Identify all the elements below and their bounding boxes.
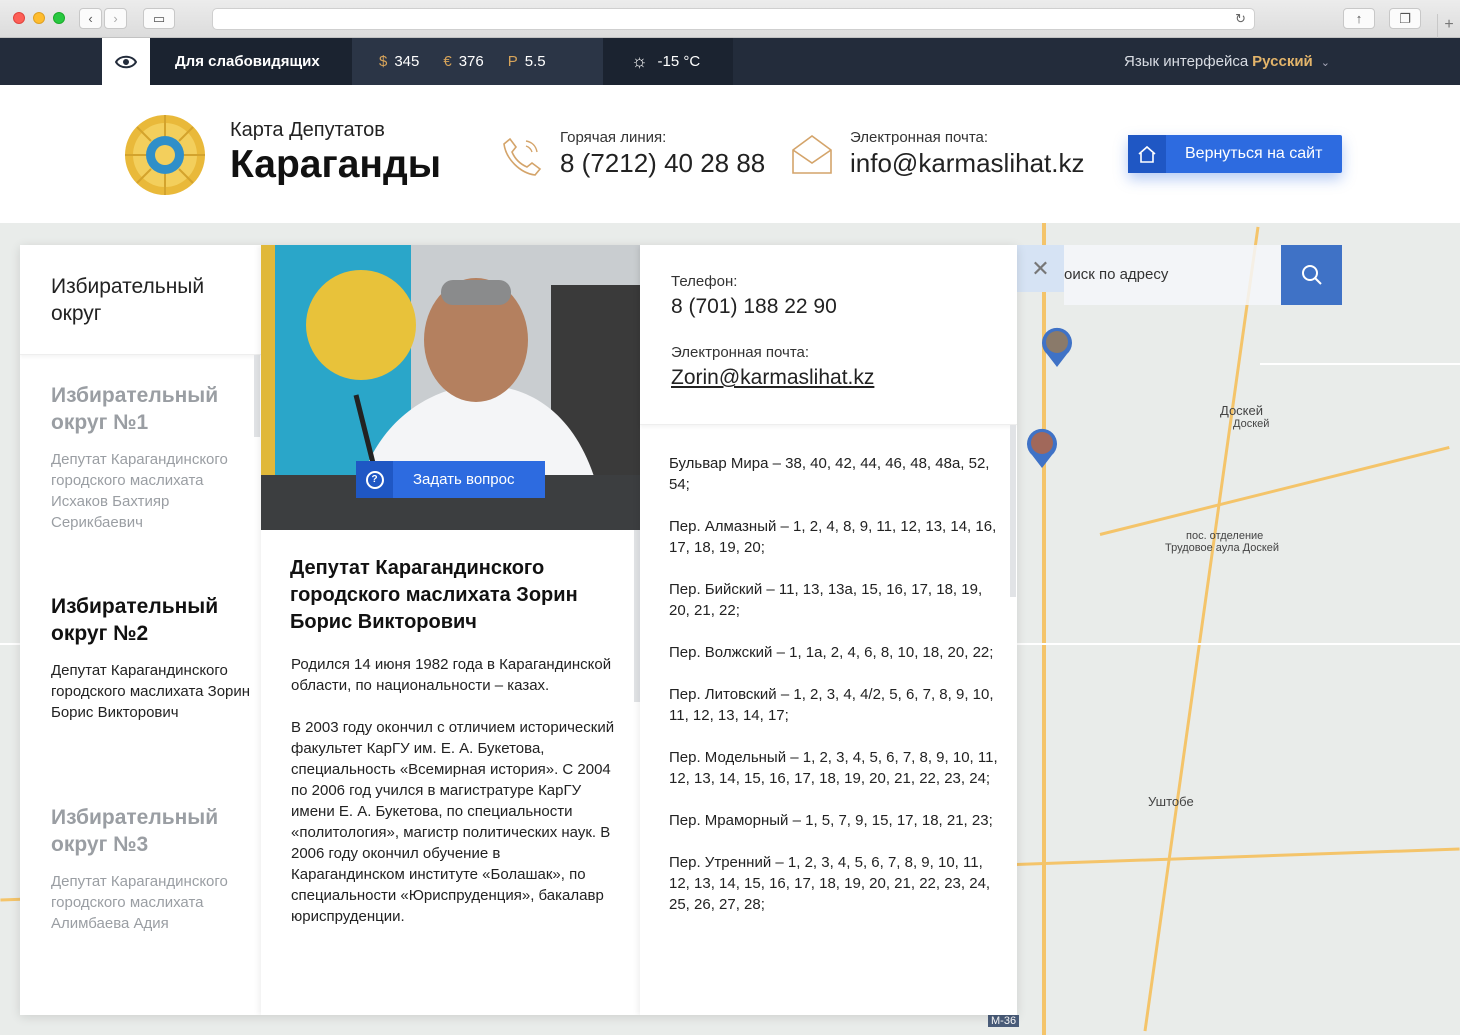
back-to-site-button[interactable]: Вернуться на сайт — [1128, 135, 1342, 173]
map-label: Уштобе — [1148, 794, 1194, 809]
map-label: пос. отделение — [1186, 530, 1264, 542]
deputy-bio: Родился 14 июня 1982 года в Карагандинск… — [291, 656, 615, 925]
close-icon[interactable]: ✕ — [1017, 245, 1064, 292]
search-button[interactable] — [1281, 245, 1342, 305]
districts-list: Избирательный округ Избирательный округ … — [20, 245, 261, 1015]
deputy-name: Депутат Карагандинского городского масли… — [290, 557, 578, 633]
email-value[interactable]: info@karmaslihat.kz — [850, 148, 1084, 179]
back-button[interactable]: ‹ — [79, 8, 102, 29]
minimize-window-button[interactable] — [33, 12, 45, 24]
map-label: Доскей — [1220, 403, 1264, 418]
top-info-bar: Для слабовидящих $345 €376 Р 5.5 ☼ -15 °C… — [0, 38, 1460, 85]
forward-button[interactable]: › — [104, 8, 127, 29]
address-search-input[interactable]: оиск по адресу — [1064, 245, 1281, 305]
district-item-3[interactable]: Избирательный округ №3 Депутат Караганди… — [51, 804, 251, 934]
email-link[interactable]: Zorin@karmaslihat.kz — [671, 366, 874, 390]
weather-widget: ☼ -15 °C — [603, 38, 733, 85]
hotline-label: Горячая линия: — [560, 129, 667, 146]
brand-title: Караганды — [230, 143, 442, 186]
currency-rub: Р 5.5 — [507, 53, 546, 70]
close-window-button[interactable] — [13, 12, 25, 24]
map-label: Доскей — [1233, 418, 1270, 430]
question-icon: ? — [365, 470, 384, 489]
scrollbar[interactable] — [254, 355, 260, 437]
sidebar-toggle-icon[interactable]: ▭ — [143, 8, 175, 29]
tabs-overview-icon[interactable]: ❐ — [1389, 8, 1421, 29]
deputy-info: ? Задать вопрос Депутат Карагандинского … — [261, 245, 640, 1015]
temperature: -15 °C — [657, 53, 701, 70]
new-tab-button[interactable]: + — [1437, 14, 1460, 38]
home-icon — [1128, 135, 1166, 173]
deputy-contacts: Телефон: 8 (701) 188 22 90 Электронная п… — [640, 245, 1017, 1015]
emblem-logo — [125, 115, 205, 195]
phone-label: Телефон: — [671, 273, 738, 290]
phone-value[interactable]: 8 (701) 188 22 90 — [671, 295, 837, 319]
reload-icon[interactable]: ↻ — [1235, 11, 1246, 27]
mail-icon — [792, 135, 832, 174]
phone-icon — [503, 137, 542, 176]
currency-rates: $345 €376 Р 5.5 — [352, 38, 603, 85]
deputy-map-pin[interactable] — [1040, 326, 1074, 368]
zoom-window-button[interactable] — [53, 12, 65, 24]
district-item-1[interactable]: Избирательный округ №1 Депутат Караганди… — [51, 382, 251, 533]
eye-icon[interactable] — [102, 38, 150, 85]
map-road-badge: М-36 — [988, 1015, 1020, 1027]
brand-subtitle: Карта Депутатов — [230, 119, 385, 141]
language-selector[interactable]: Язык интерфейса Русский ⌄ — [1124, 38, 1330, 87]
deputy-photo: ? Задать вопрос — [261, 245, 640, 530]
low-vision-link[interactable]: Для слабовидящих — [150, 38, 352, 85]
currency-eur: €376 — [443, 53, 484, 70]
email-label: Электронная почта: — [671, 344, 810, 361]
browser-toolbar: ‹ › ▭ ↻ ↑ ❐ + — [0, 0, 1460, 38]
email-label: Электронная почта: — [850, 129, 989, 146]
share-icon[interactable]: ↑ — [1343, 8, 1375, 29]
deputy-map-pin[interactable] — [1025, 427, 1059, 469]
district-item-2[interactable]: Избирательный округ №2 Депутат Караганди… — [51, 593, 251, 723]
site-header: Карта Депутатов Караганды Горячая линия:… — [0, 85, 1460, 223]
sun-icon: ☼ — [631, 51, 648, 71]
scrollbar[interactable] — [1010, 425, 1016, 597]
currency-usd: $345 — [379, 53, 420, 70]
map-label: Трудовое аула Доскей — [1165, 542, 1280, 554]
address-bar[interactable]: ↻ — [212, 8, 1255, 30]
deputy-panel: Избирательный округ Избирательный округ … — [20, 245, 1017, 1015]
hotline-value[interactable]: 8 (7212) 40 28 88 — [560, 148, 765, 179]
districts-heading: Избирательный округ — [20, 245, 261, 355]
chevron-down-icon: ⌄ — [1320, 57, 1330, 69]
search-icon — [1301, 265, 1322, 285]
contacts-block: Телефон: 8 (701) 188 22 90 Электронная п… — [640, 245, 1017, 425]
ask-question-button[interactable]: ? Задать вопрос — [356, 461, 545, 498]
district-streets: Бульвар Мира – 38, 40, 42, 44, 46, 48, 4… — [669, 455, 998, 913]
